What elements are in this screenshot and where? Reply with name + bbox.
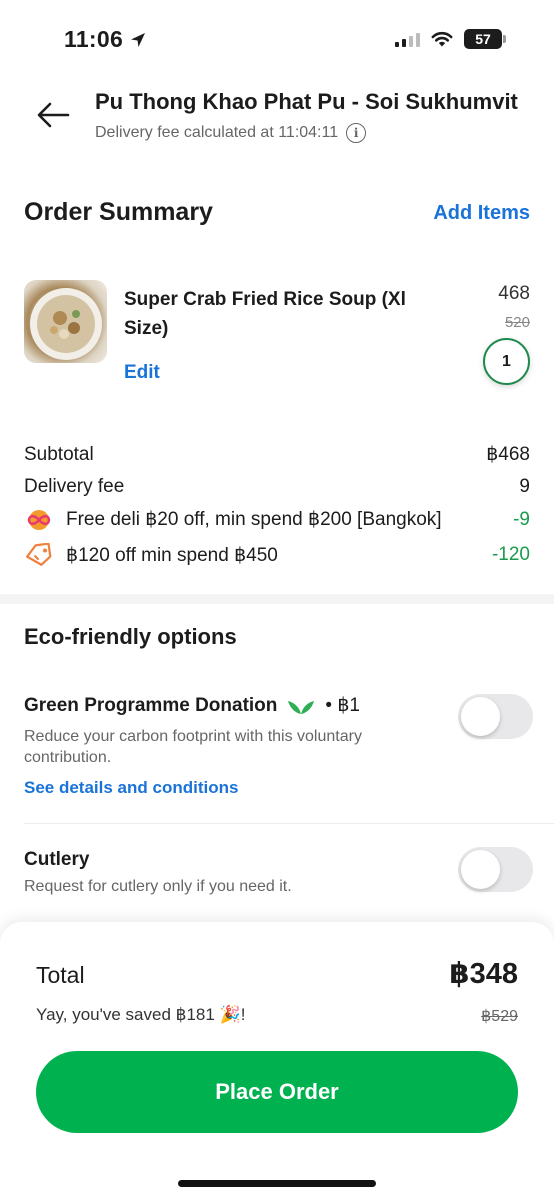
toggle-knob — [461, 697, 500, 736]
total-label: Total — [36, 962, 85, 988]
battery-icon: 57 — [464, 29, 506, 49]
subtotal-label: Subtotal — [24, 443, 94, 465]
cutlery-toggle[interactable] — [458, 847, 533, 892]
section-divider — [0, 594, 554, 604]
green-donation-title: Green Programme Donation • ฿1 — [24, 694, 360, 717]
promo-row: ฿120 off min spend ฿450 -120 — [24, 543, 530, 567]
subtotal-value: ฿468 — [486, 444, 530, 465]
toggle-knob — [461, 850, 500, 889]
leaf-icon — [288, 700, 315, 714]
status-time: 11:06 — [64, 26, 147, 53]
delivery-fee-row: Delivery fee 9 — [24, 476, 530, 498]
edit-item-link[interactable]: Edit — [124, 362, 160, 384]
item-original-price: 520 — [504, 314, 530, 331]
promo-label: Free deli ฿20 off, min spend ฿200 [Bangk… — [66, 509, 442, 530]
cellular-signal-icon — [395, 31, 420, 47]
promo-row: Free deli ฿20 off, min spend ฿200 [Bangk… — [24, 508, 530, 531]
total-value: ฿348 — [449, 958, 518, 990]
promo-value: -120 — [491, 544, 530, 565]
add-items-link[interactable]: Add Items — [433, 202, 530, 225]
delivery-fee-value: 9 — [519, 476, 530, 497]
back-arrow-icon[interactable] — [36, 100, 70, 130]
wifi-icon — [431, 31, 453, 47]
green-donation-price: • ฿1 — [325, 695, 360, 716]
tag-icon — [26, 543, 52, 566]
location-arrow-icon — [131, 32, 146, 47]
green-donation-toggle[interactable] — [458, 694, 533, 739]
promo-label: ฿120 off min spend ฿450 — [66, 544, 278, 566]
promo-value: -9 — [513, 508, 530, 530]
original-total: ฿529 — [481, 1008, 518, 1025]
delivery-fee-note: Delivery fee calculated at 11:04:11 i — [95, 123, 367, 143]
place-order-button[interactable]: Place Order — [36, 1051, 518, 1133]
item-name: Super Crab Fried Rice Soup (Xl Size) — [124, 289, 406, 339]
item-image — [24, 280, 107, 363]
infinity-promo-icon — [27, 509, 51, 530]
savings-text: Yay, you've saved ฿181 🎉! — [36, 1005, 246, 1024]
cutlery-desc: Request for cutlery only if you need it. — [24, 878, 292, 895]
status-icons: 57 — [395, 29, 506, 49]
delivery-fee-label: Delivery fee — [24, 476, 125, 497]
eco-section-title: Eco-friendly options — [24, 624, 237, 649]
option-divider — [24, 823, 554, 824]
info-icon[interactable]: i — [346, 123, 367, 143]
green-donation-desc: Reduce your carbon footprint with this v… — [24, 728, 362, 766]
restaurant-name: Pu Thong Khao Phat Pu - Soi Sukhumvit — [95, 89, 518, 114]
home-indicator[interactable] — [178, 1180, 376, 1187]
quantity-button[interactable]: 1 — [483, 338, 530, 385]
cutlery-title: Cutlery — [24, 849, 90, 870]
order-summary-title: Order Summary — [24, 198, 213, 226]
subtotal-row: Subtotal ฿468 — [24, 443, 530, 466]
item-price: 468 — [498, 283, 530, 304]
see-details-link[interactable]: See details and conditions — [24, 778, 238, 798]
